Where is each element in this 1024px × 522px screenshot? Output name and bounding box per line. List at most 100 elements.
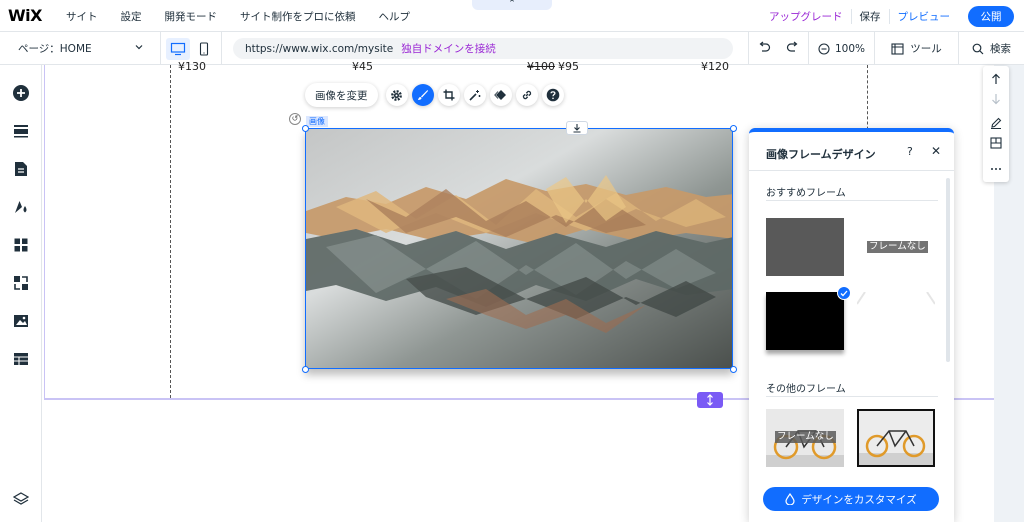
menu-help[interactable]: ヘルプ bbox=[379, 9, 411, 24]
resize-handle[interactable] bbox=[730, 125, 737, 132]
gridline-left bbox=[170, 65, 171, 398]
animation-icon bbox=[494, 90, 506, 100]
menu-site[interactable]: サイト bbox=[66, 9, 98, 24]
price-old-text: ¥100 bbox=[527, 60, 555, 73]
add-elements-icon[interactable] bbox=[11, 83, 31, 103]
crop-button[interactable] bbox=[437, 84, 460, 106]
save-button[interactable]: 保存 bbox=[850, 8, 890, 24]
upgrade-link[interactable]: アップグレード bbox=[761, 9, 851, 24]
paint-drop-icon bbox=[785, 493, 796, 505]
publish-button[interactable]: 公開 bbox=[968, 5, 1014, 27]
download-button[interactable] bbox=[566, 121, 588, 135]
add-section-icon[interactable] bbox=[11, 121, 31, 141]
layers-icon[interactable] bbox=[11, 489, 31, 509]
desktop-icon bbox=[170, 42, 186, 55]
search-button[interactable]: 検索 bbox=[958, 32, 1024, 65]
pages-icon[interactable] bbox=[11, 159, 31, 179]
magic-wand-icon bbox=[469, 89, 481, 101]
element-type-label: 画像 bbox=[306, 116, 328, 127]
tools-button[interactable]: ツール bbox=[874, 32, 958, 65]
download-icon bbox=[573, 124, 581, 133]
redo-icon[interactable] bbox=[786, 41, 800, 56]
chevron-down-icon bbox=[134, 42, 144, 55]
frame-option-none[interactable]: フレームなし bbox=[857, 218, 935, 276]
panel-divider bbox=[749, 170, 954, 171]
layout-icon[interactable] bbox=[989, 136, 1003, 150]
menu-dev-mode[interactable]: 開発モード bbox=[165, 9, 218, 24]
frame-option-black[interactable] bbox=[766, 292, 844, 350]
help-button[interactable] bbox=[541, 84, 564, 106]
section-rule bbox=[766, 200, 938, 201]
frame-option-bicycle-plain[interactable]: フレームなし bbox=[766, 409, 844, 467]
search-icon bbox=[972, 43, 984, 54]
price-text: ¥130 bbox=[178, 60, 206, 73]
page-selector[interactable]: ページ：HOME bbox=[18, 32, 144, 65]
edit-pencil-icon[interactable] bbox=[989, 116, 1003, 130]
move-up-icon[interactable] bbox=[989, 72, 1003, 86]
mobile-icon bbox=[199, 41, 209, 56]
link-button[interactable] bbox=[515, 84, 538, 106]
page-selector-label: ページ：HOME bbox=[18, 43, 92, 55]
site-url: https://www.wix.com/mysite bbox=[245, 42, 394, 55]
settings-button[interactable] bbox=[385, 84, 408, 106]
change-image-button[interactable]: 画像を変更 bbox=[305, 83, 378, 107]
resize-handle[interactable] bbox=[730, 366, 737, 373]
element-toolbar: 画像を変更 bbox=[305, 82, 564, 108]
quick-actions-bar bbox=[983, 66, 1009, 182]
selected-image[interactable] bbox=[305, 128, 733, 369]
image-frame-panel: 画像フレームデザイン ? ✕ おすすめフレーム フレームなし その他のフレーム … bbox=[749, 128, 954, 522]
price-text: ¥45 bbox=[352, 60, 373, 73]
preview-button[interactable]: プレビュー bbox=[890, 9, 959, 24]
recommended-frames-title: おすすめフレーム bbox=[766, 188, 846, 199]
frame-option-torn-paper[interactable] bbox=[856, 291, 936, 350]
customize-design-button[interactable]: デザインをカスタマイズ bbox=[763, 487, 939, 511]
resize-handle[interactable] bbox=[302, 125, 309, 132]
undo-icon[interactable] bbox=[757, 41, 771, 56]
price-text: ¥120 bbox=[701, 60, 729, 73]
frame-option-bicycle-border[interactable] bbox=[857, 409, 935, 467]
design-icon[interactable] bbox=[11, 197, 31, 217]
cms-icon[interactable] bbox=[11, 349, 31, 369]
panel-scrollbar[interactable] bbox=[946, 178, 950, 362]
section-resize-handle[interactable] bbox=[697, 392, 723, 408]
enhance-button[interactable] bbox=[463, 84, 486, 106]
section-rule bbox=[766, 396, 938, 397]
collapse-toolbar-tab[interactable]: ⌃ bbox=[472, 0, 552, 10]
no-frame-label: フレームなし bbox=[775, 431, 836, 443]
zoom-out-icon bbox=[818, 42, 830, 55]
mobile-view-button[interactable] bbox=[192, 38, 216, 60]
tools-label: ツール bbox=[910, 43, 942, 55]
resize-handle[interactable] bbox=[302, 366, 309, 373]
section-border-left bbox=[44, 65, 45, 399]
panel-title: 画像フレームデザイン bbox=[766, 148, 876, 161]
panel-close-button[interactable]: ✕ bbox=[931, 144, 941, 158]
frame-design-button[interactable] bbox=[411, 84, 434, 106]
panel-help-button[interactable]: ? bbox=[907, 145, 913, 158]
top-bar: WiX サイト 設定 開発モード サイト制作をプロに依頼 ヘルプ ⌃ アップグレ… bbox=[0, 0, 1024, 32]
connect-domain-link[interactable]: 独自ドメインを接続 bbox=[401, 41, 496, 56]
abstract-image bbox=[306, 129, 732, 368]
business-tools-icon[interactable] bbox=[11, 273, 31, 293]
gear-icon bbox=[391, 89, 402, 101]
customize-label: デザインをカスタマイズ bbox=[801, 493, 917, 506]
wix-logo[interactable]: WiX bbox=[8, 6, 42, 25]
top-right-actions: アップグレード 保存 プレビュー 公開 bbox=[761, 0, 1014, 32]
menu-hire-pro[interactable]: サイト制作をプロに依頼 bbox=[240, 9, 356, 24]
editor-subbar: ページ：HOME https://www.wix.com/mysite 独自ドメ… bbox=[0, 32, 1024, 65]
rotate-handle[interactable]: ↺ bbox=[289, 113, 301, 125]
frame-option-gray[interactable] bbox=[766, 218, 844, 276]
media-icon[interactable] bbox=[11, 311, 31, 331]
apps-icon[interactable] bbox=[11, 235, 31, 255]
menu-settings[interactable]: 設定 bbox=[121, 9, 142, 24]
desktop-view-button[interactable] bbox=[166, 37, 190, 60]
move-down-icon[interactable] bbox=[989, 92, 1003, 106]
price-text: ¥95 bbox=[558, 60, 579, 73]
main-menu: サイト 設定 開発モード サイト制作をプロに依頼 ヘルプ bbox=[66, 0, 433, 32]
crop-icon bbox=[443, 89, 454, 101]
zoom-level: 100% bbox=[834, 42, 866, 55]
zoom-control[interactable]: 100% bbox=[808, 32, 874, 65]
brush-icon bbox=[417, 90, 428, 100]
no-frame-label: フレームなし bbox=[867, 241, 928, 253]
more-icon[interactable] bbox=[989, 162, 1003, 176]
animation-button[interactable] bbox=[489, 84, 512, 106]
